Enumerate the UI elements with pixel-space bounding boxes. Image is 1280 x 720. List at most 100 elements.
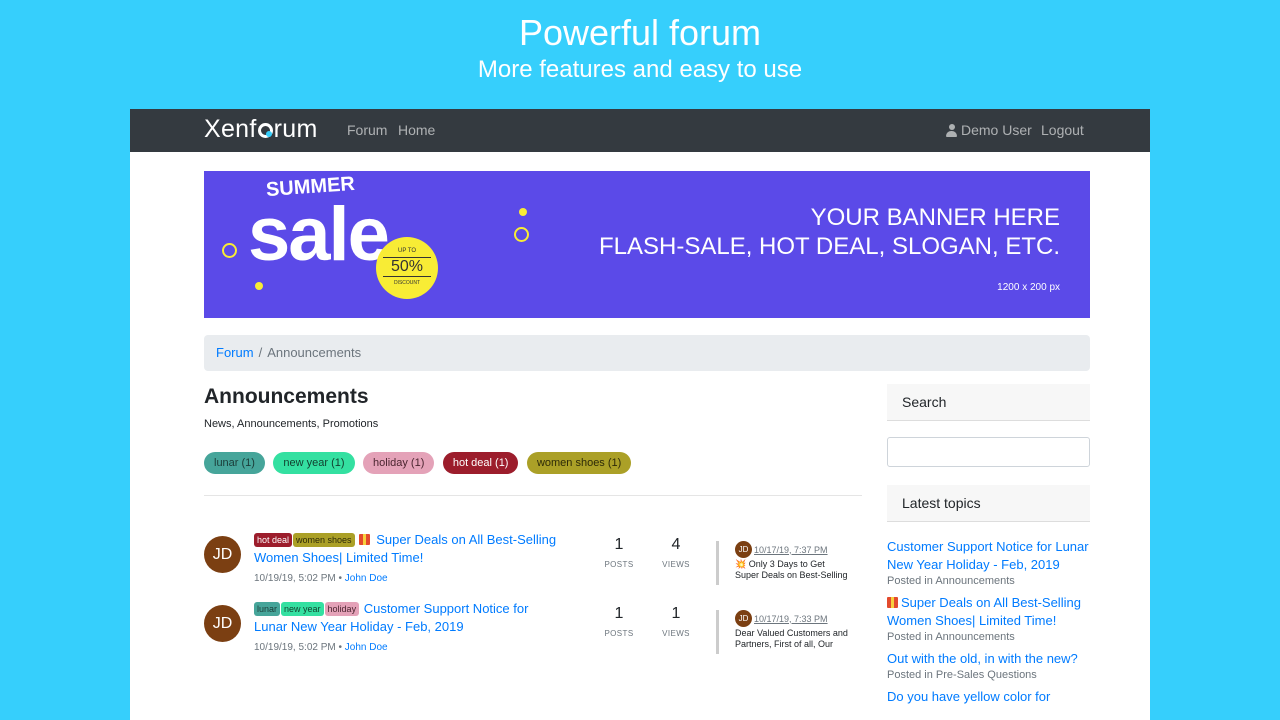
banner-subline: FLASH-SALE, HOT DEAL, SLOGAN, ETC. [598,233,1060,260]
latest-topic-meta: Posted in Announcements [887,575,1015,587]
last-post: JD 10/17/19, 7:37 PM 💥 Only 3 Days to Get… [716,541,866,585]
topic-tag-lunar[interactable]: lunar [254,602,281,616]
topic-date: 10/19/19, 5:02 PM [254,642,336,653]
discount-badge: UP TO 50% DISCOUNT [376,237,438,299]
dot-decoration [519,208,527,216]
topic-author-link[interactable]: John Doe [345,573,388,584]
topic-row: JD hot deal women shoes Super Deals on Al… [204,531,864,591]
latest-topics-heading: Latest topics [887,485,1090,522]
topic-info: lunar new year holiday Customer Support No… [254,600,584,657]
views-label: VIEWS [662,560,690,569]
tag-list: lunar (1) new year (1) holiday (1) hot d… [204,452,635,474]
banner-size: 1200 x 200 px [997,282,1060,293]
last-post-snippet: 💥 Only 3 Days to Get Super Deals on Best-… [735,559,866,581]
badge-upto: UP TO [397,248,416,254]
logo[interactable]: Xenf rum [204,115,318,144]
breadcrumb-separator: / [258,345,263,360]
search-heading: Search [887,384,1090,421]
ring-decoration [222,243,237,258]
banner-sale: sale [248,192,390,277]
hero-subtitle: More features and easy to use [477,56,803,83]
tag-lunar[interactable]: lunar (1) [204,452,265,474]
posts-label: POSTS [604,560,634,569]
topic-row: JD lunar new year holiday Customer Support… [204,600,864,660]
tag-holiday[interactable]: holiday (1) [363,452,435,474]
latest-topic-link[interactable]: Out with the old, in with the new? [887,651,1078,666]
tag-hot-deal[interactable]: hot deal (1) [442,452,519,474]
topic-date: 10/19/19, 5:02 PM [254,573,336,584]
last-post-avatar[interactable]: JD [735,610,752,627]
nav-home-link[interactable]: Home [398,122,435,138]
posts-stat: 1 POSTS [594,605,644,638]
last-post-snippet-line2: Super Deals on Best-Selling [735,570,848,580]
topic-title-line2: Lunar New Year Holiday - Feb, 2019 [254,619,464,634]
latest-topic-link[interactable]: Super Deals on All Best-Selling Women Sh… [887,595,1081,628]
latest-topic-item: Customer Support Notice for Lunar New Ye… [887,538,1090,587]
page-title: Announcements [204,385,369,408]
logo-o-icon [257,123,273,138]
last-post-date-link[interactable]: 10/17/19, 7:33 PM [754,614,828,624]
tag-women-shoes[interactable]: women shoes (1) [526,452,632,474]
last-post: JD 10/17/19, 7:33 PM Dear Valued Customer… [716,610,866,654]
topic-meta: 10/19/19, 5:02 PM • John Doe [254,642,388,653]
avatar[interactable]: JD [204,605,241,642]
topic-title-line1: Super Deals on All Best-Selling [376,532,557,547]
dot-decoration [255,282,263,290]
latest-topic-link[interactable]: Customer Support Notice for Lunar New Ye… [887,539,1089,572]
views-count: 1 [671,605,681,622]
last-post-avatar[interactable]: JD [735,541,752,558]
last-post-snippet-line2: Partners, First of all, Our [735,639,834,649]
divider [204,495,862,496]
latest-topic-meta: Posted in Announcements [887,631,1015,643]
last-post-date-link[interactable]: 10/17/19, 7:37 PM [754,545,828,555]
latest-topic-item: Super Deals on All Best-Selling Women Sh… [887,594,1090,643]
latest-topic-meta: Posted in Pre-Sales Questions [887,669,1037,681]
hero-title: Powerful forum [518,12,762,53]
topic-tag-women-shoes[interactable]: women shoes [293,533,355,547]
views-count: 4 [671,536,681,553]
topic-title-line2: Women Shoes| Limited Time! [254,550,424,565]
browser-frame: Xenf rum Forum Home Demo User Logout SUMM… [130,109,1150,720]
user-icon [946,124,957,137]
views-stat: 1 VIEWS [651,605,701,638]
views-stat: 4 VIEWS [651,536,701,569]
breadcrumb-forum-link[interactable]: Forum [216,345,254,360]
last-post-snippet-line1: 💥 Only 3 Days to Get [735,559,825,569]
latest-topic-item: Out with the old, in with the new? Poste… [887,650,1090,681]
tag-new-year[interactable]: new year (1) [273,452,355,474]
posts-count: 1 [614,536,624,553]
topic-author-link[interactable]: John Doe [345,642,388,653]
topic-tag-holiday[interactable]: holiday [324,602,360,616]
posts-count: 1 [614,605,624,622]
badge-discount: DISCOUNT [393,280,421,286]
topic-title-line1: Customer Support Notice for [363,601,529,616]
posts-stat: 1 POSTS [594,536,644,569]
promo-banner[interactable]: SUMMER sale UP TO 50% DISCOUNT YOUR BANN… [204,171,1090,318]
latest-topic-link[interactable]: Do you have yellow color for [887,689,1050,704]
navbar: Xenf rum Forum Home Demo User Logout [130,109,1150,152]
page-description: News, Announcements, Promotions [204,418,379,430]
badge-percent: 50% [383,257,431,277]
views-label: VIEWS [662,629,690,638]
topic-meta: 10/19/19, 5:02 PM • John Doe [254,573,388,584]
avatar[interactable]: JD [204,536,241,573]
latest-topic-item: Do you have yellow color for [887,688,1090,706]
latest-topic-title: Super Deals on All Best-Selling Women Sh… [887,595,1081,628]
search-input[interactable] [887,437,1090,467]
breadcrumb-current: Announcements [267,345,362,360]
ring-decoration [514,227,529,242]
topic-tag-hot-deal[interactable]: hot deal [254,533,293,547]
nav-user-link[interactable]: Demo User [946,122,1032,138]
last-post-snippet: Dear Valued Customers and Partners, First… [735,628,866,650]
gift-icon [887,597,898,608]
banner-headline: YOUR BANNER HERE [810,204,1060,231]
logout-link[interactable]: Logout [1041,122,1084,138]
sidebar: Search Latest topics Customer Support No… [887,384,1090,706]
breadcrumb: Forum / Announcements [204,335,1090,371]
posts-label: POSTS [604,629,634,638]
topic-tag-new-year[interactable]: new year [281,602,324,616]
gift-icon [358,534,370,545]
hero: Powerful forum More features and easy to… [0,0,1280,110]
nav-forum-link[interactable]: Forum [347,122,387,138]
user-name: Demo User [961,122,1032,138]
